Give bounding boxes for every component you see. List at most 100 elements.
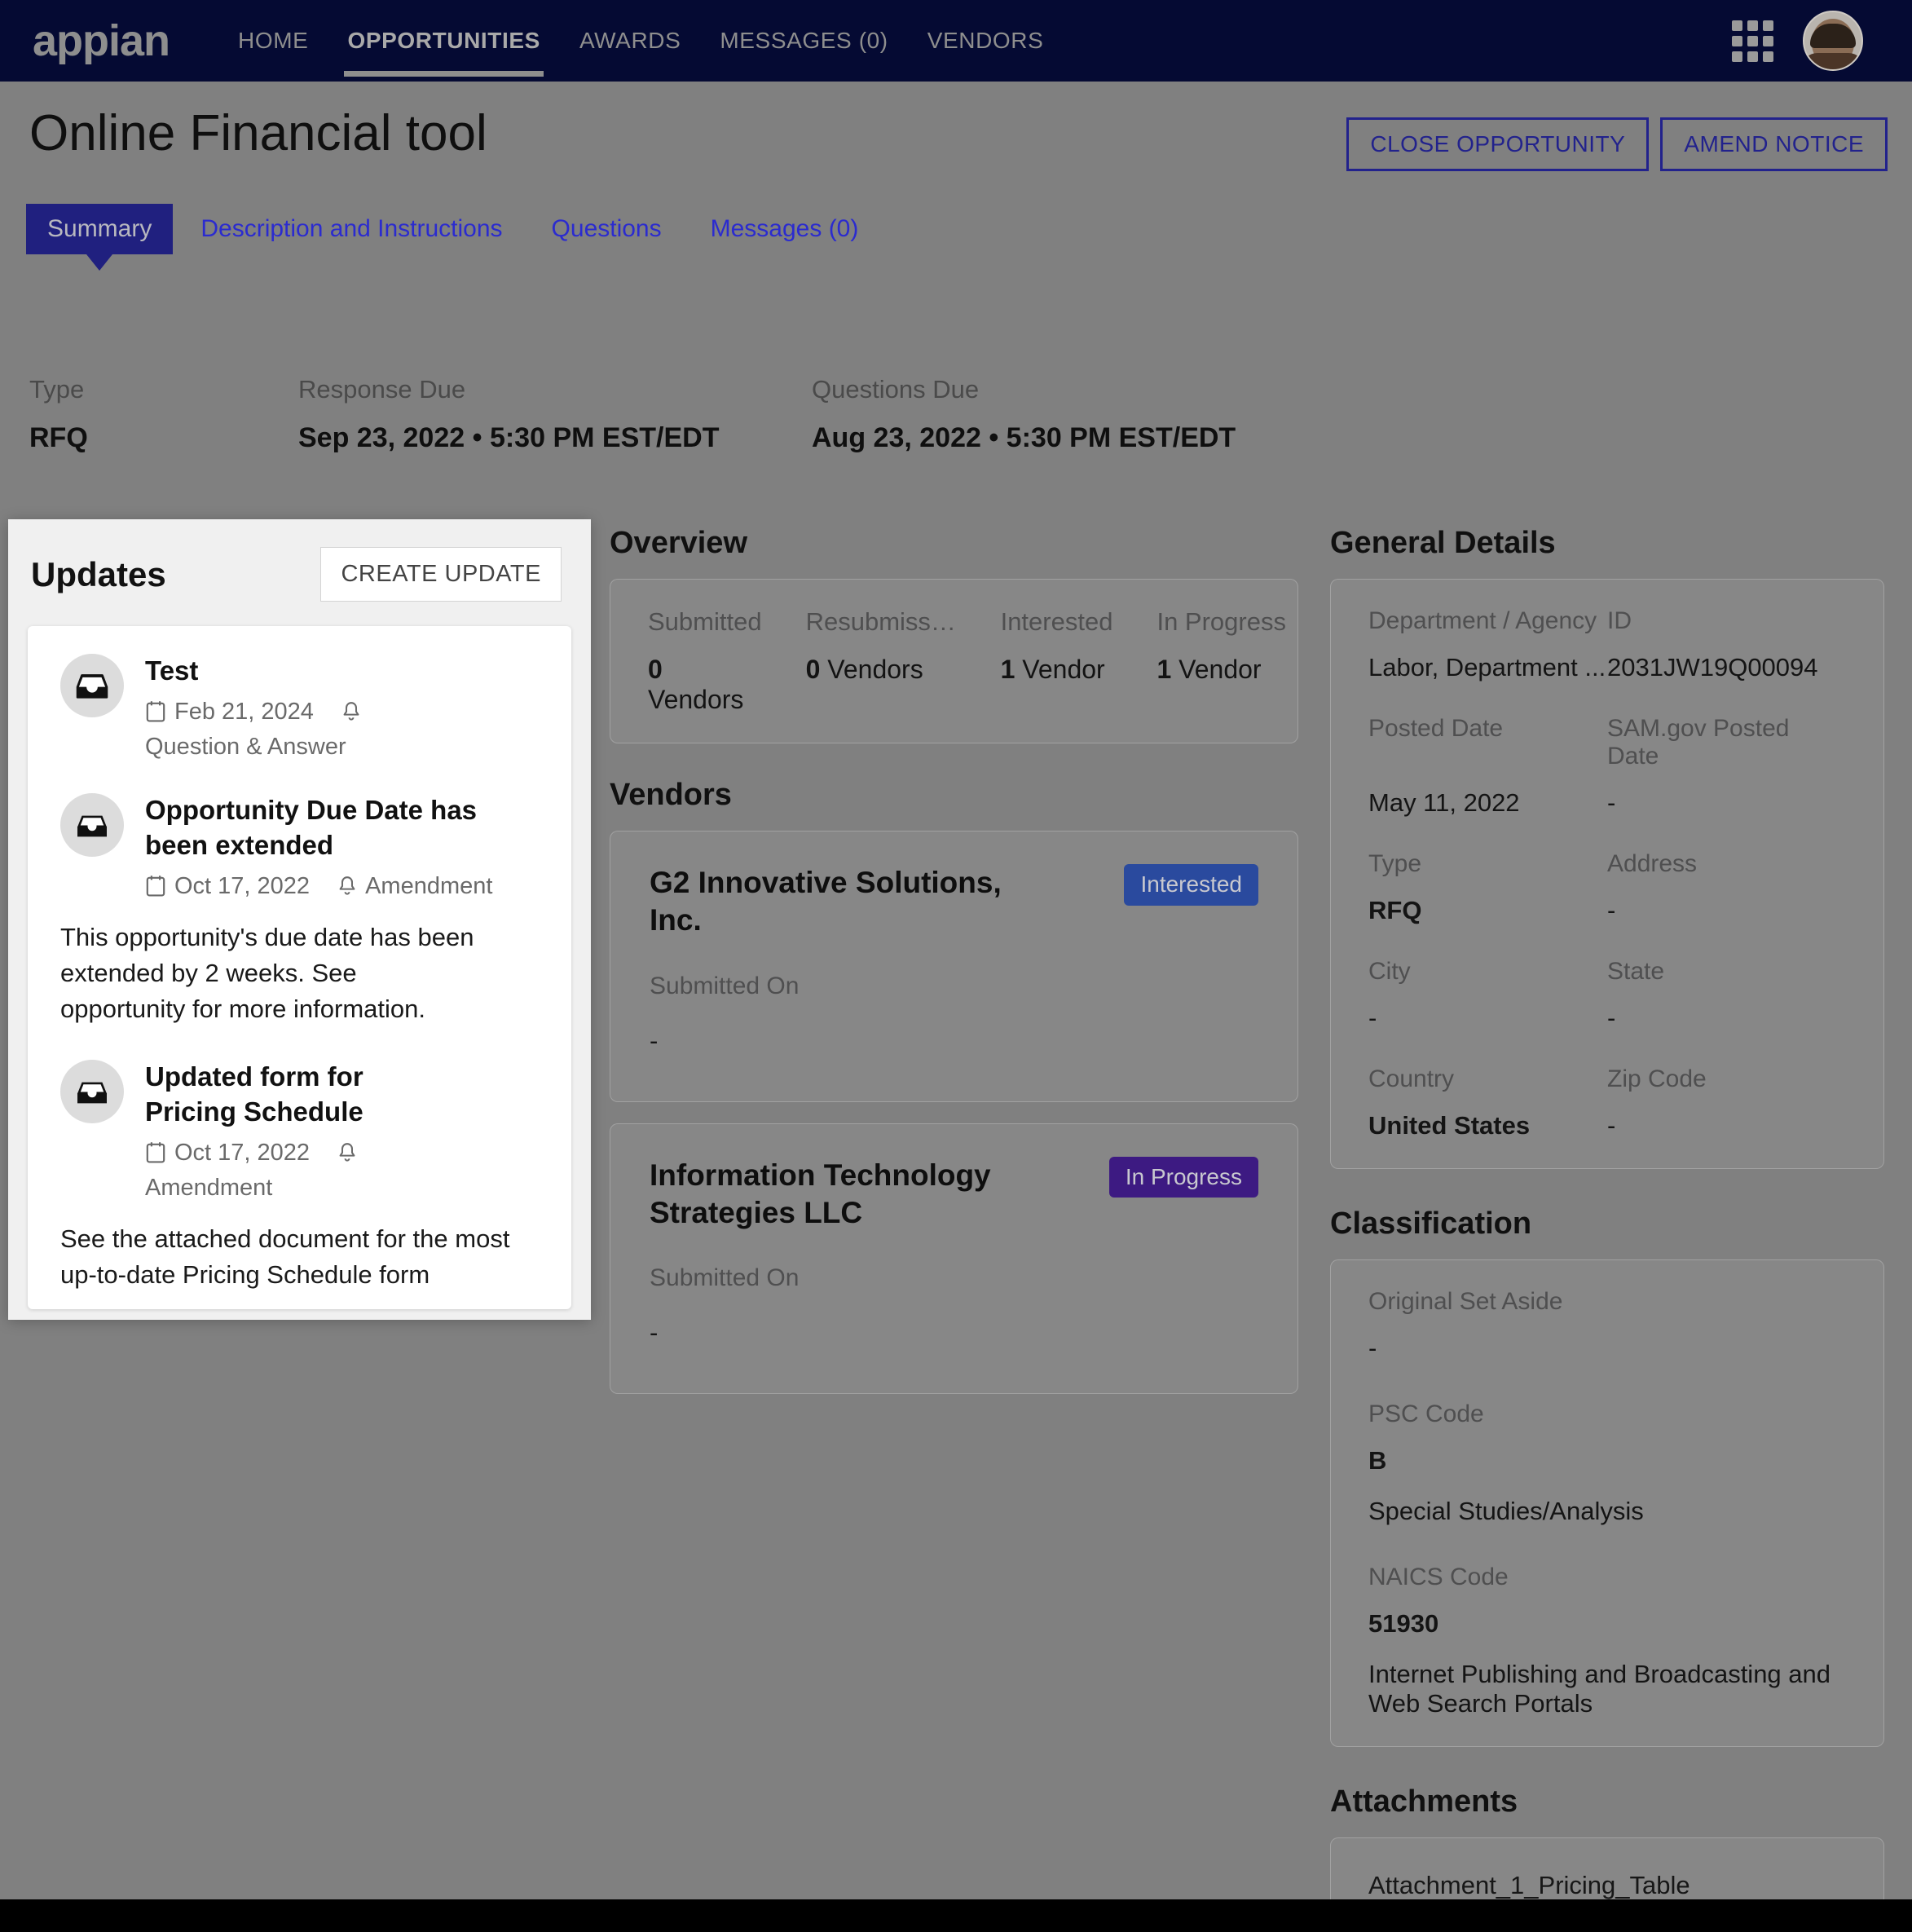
nav-item-home[interactable]: HOME: [218, 20, 328, 62]
header-actions: CLOSE OPPORTUNITY AMEND NOTICE: [1346, 117, 1888, 171]
field-label-country: Country: [1368, 1065, 1455, 1092]
vendor-name: Information Technology Strategies LLC: [650, 1158, 991, 1229]
psc-code-description: Special Studies/Analysis: [1368, 1497, 1644, 1525]
meta-response-due: Response Due Sep 23, 2022 • 5:30 PM EST/…: [298, 375, 812, 454]
meta-response-due-label: Response Due: [298, 375, 466, 404]
stat-interested-unit: Vendor: [1022, 655, 1105, 684]
calendar-icon: [146, 1142, 165, 1163]
top-navigation-bar: appian HOME OPPORTUNITIES AWARDS MESSAGE…: [0, 0, 1912, 82]
stat-in-progress-count: 1: [1156, 655, 1172, 684]
page-title: Online Financial tool: [29, 105, 487, 161]
vendor-name: G2 Innovative Solutions, Inc.: [650, 866, 1002, 937]
status-badge: In Progress: [1108, 1156, 1258, 1198]
set-aside-value: -: [1368, 1334, 1377, 1362]
field-value-posted-date: May 11, 2022: [1368, 788, 1520, 817]
set-aside-label: Original Set Aside: [1368, 1288, 1563, 1315]
vendor-card-g2[interactable]: G2 Innovative Solutions, Inc. Interested…: [610, 831, 1298, 1102]
naics-code-description: Internet Publishing and Broadcasting and…: [1368, 1660, 1831, 1718]
amend-notice-button[interactable]: AMEND NOTICE: [1660, 117, 1888, 171]
appian-logo[interactable]: appian: [33, 19, 170, 63]
stat-resubmissions-label: Resubmissi...: [805, 607, 957, 636]
vendor-card-its[interactable]: Information Technology Strategies LLC In…: [610, 1123, 1298, 1394]
field-label-id: ID: [1607, 607, 1632, 634]
update-item-row: Opportunity Due Date has been extended O…: [60, 792, 537, 900]
bottom-bar: [0, 1899, 1912, 1932]
nav-item-opportunities[interactable]: OPPORTUNITIES: [328, 20, 560, 77]
stat-interested-count: 1: [1000, 655, 1015, 684]
stat-submitted-unit: Vendors: [648, 685, 744, 714]
overview-column: Overview Submitted 0 Vendors Resubmissi.…: [610, 526, 1298, 1415]
field-value-country: United States: [1368, 1111, 1531, 1140]
tab-questions[interactable]: Questions: [531, 204, 683, 254]
update-meta: Oct 17, 2022 Amendment: [145, 1140, 455, 1202]
inbox-icon: [77, 1082, 108, 1104]
vendors-section-title: Vendors: [610, 778, 732, 812]
overview-stats: Submitted 0 Vendors Resubmissi... 0 Vend…: [648, 607, 1286, 715]
close-opportunity-button[interactable]: CLOSE OPPORTUNITY: [1346, 117, 1650, 171]
page-content-scrim: Online Financial tool CLOSE OPPORTUNITY …: [0, 82, 1912, 1899]
update-item-due-date-extended[interactable]: Opportunity Due Date has been extended O…: [60, 792, 537, 1027]
stat-in-progress-value: 1 Vendor: [1156, 655, 1286, 685]
field-label-department: Department / Agency: [1368, 607, 1597, 634]
meta-questions-due-value: Aug 23, 2022 • 5:30 PM EST/EDT: [812, 422, 1236, 453]
field-value-department: Labor, Department ...: [1368, 653, 1606, 681]
tab-summary[interactable]: Summary: [26, 204, 174, 254]
field-value-city: -: [1368, 1003, 1377, 1032]
vendor-card-its-head: Information Technology Strategies LLC In…: [650, 1156, 1258, 1233]
update-text-block: Opportunity Due Date has been extended O…: [145, 793, 504, 900]
bell-icon: [339, 876, 355, 895]
updates-list-card: Test Feb 21, 2024 Question & Answer Oppo…: [28, 626, 571, 1309]
naics-code-label: NAICS Code: [1368, 1564, 1509, 1590]
user-avatar[interactable]: [1803, 11, 1863, 71]
stat-resubmissions: Resubmissi... 0 Vendors: [806, 607, 957, 715]
update-title: Opportunity Due Date has been extended: [145, 794, 478, 860]
update-title: Test: [145, 655, 199, 686]
vendor-submitted-on-label: Submitted On: [650, 972, 800, 999]
field-value-type: RFQ: [1368, 896, 1422, 924]
general-details-section-title: General Details: [1330, 526, 1556, 560]
stat-submitted-value: 0 Vendors: [648, 655, 762, 715]
stat-submitted: Submitted 0 Vendors: [648, 607, 762, 715]
attachment-name: Attachment_1_Pricing_Table: [1368, 1871, 1690, 1899]
update-item-test[interactable]: Test Feb 21, 2024 Question & Answer: [60, 654, 537, 761]
inbox-avatar: [60, 792, 124, 857]
create-update-button[interactable]: CREATE UPDATE: [320, 547, 562, 602]
tab-messages[interactable]: Messages (0): [689, 204, 880, 254]
grid-apps-icon[interactable]: [1732, 20, 1773, 62]
stat-in-progress: In Progress 1 Vendor: [1156, 607, 1286, 715]
field-value-id: 2031JW19Q00094: [1607, 653, 1818, 681]
meta-type: Type RFQ: [29, 375, 298, 454]
psc-code-label: PSC Code: [1368, 1400, 1484, 1427]
nav-item-vendors[interactable]: VENDORS: [908, 20, 1064, 62]
tab-description-and-instructions[interactable]: Description and Instructions: [179, 204, 523, 254]
stat-resubmissions-unit: Vendors: [827, 655, 923, 684]
psc-code-value: B: [1368, 1446, 1387, 1475]
update-item-row: Test Feb 21, 2024 Question & Answer: [60, 654, 537, 761]
inbox-avatar: [60, 1059, 124, 1123]
status-badge: Interested: [1124, 864, 1258, 906]
inbox-icon: [77, 815, 108, 837]
meta-type-value: RFQ: [29, 422, 88, 453]
details-column: General Details Department / Agency ID L…: [1330, 526, 1884, 1899]
nav-item-messages[interactable]: MESSAGES (0): [700, 20, 907, 62]
field-label-zip-code: Zip Code: [1607, 1065, 1707, 1092]
update-body: This opportunity's due date has been ext…: [60, 922, 474, 1023]
field-value-address: -: [1607, 896, 1616, 924]
update-meta: Oct 17, 2022 Amendment: [145, 873, 504, 900]
update-item-row: Updated form for Pricing Schedule Oct 17…: [60, 1059, 537, 1202]
bell-icon: [339, 1143, 355, 1162]
field-label-sam-posted-date: SAM.gov Posted Date: [1607, 715, 1790, 770]
meta-questions-due: Questions Due Aug 23, 2022 • 5:30 PM EST…: [812, 375, 1236, 454]
attachments-card: Attachment_1_Pricing_Table May 10, 2022 …: [1330, 1837, 1884, 1899]
update-type: Question & Answer: [145, 733, 346, 760]
calendar-icon: [146, 701, 165, 722]
attachments-section-title: Attachments: [1330, 1784, 1518, 1819]
nav-links: HOME OPPORTUNITIES AWARDS MESSAGES (0) V…: [218, 20, 1064, 77]
updates-panel-header: Updates CREATE UPDATE: [8, 519, 591, 626]
nav-item-awards[interactable]: AWARDS: [560, 20, 700, 62]
update-item-pricing-schedule[interactable]: Updated form for Pricing Schedule Oct 17…: [60, 1059, 537, 1309]
meta-response-due-value: Sep 23, 2022 • 5:30 PM EST/EDT: [298, 422, 720, 453]
field-label-type: Type: [1368, 850, 1422, 877]
update-text-block: Test Feb 21, 2024 Question & Answer: [145, 654, 537, 761]
overview-section-title: Overview: [610, 526, 747, 560]
